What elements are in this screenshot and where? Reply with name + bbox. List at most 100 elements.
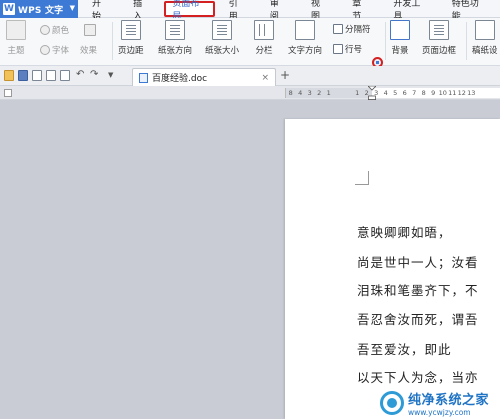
tab-home[interactable]: 开始 (82, 0, 119, 22)
tab-review[interactable]: 审阅 (260, 0, 297, 22)
palette-icon (40, 25, 50, 35)
print-icon[interactable] (46, 70, 56, 81)
line-number-icon (333, 44, 343, 54)
manuscript-icon (474, 20, 495, 40)
separator-icon (333, 24, 343, 34)
background-icon (390, 20, 410, 40)
chevron-down-icon: ▼ (69, 4, 75, 12)
theme-button[interactable]: 主题 (6, 20, 26, 56)
document-tab[interactable]: 百度经验.doc × (132, 68, 276, 86)
columns-label: 分栏 (255, 46, 273, 56)
paper-size-button[interactable]: 纸张大小 (205, 20, 239, 56)
close-icon[interactable]: × (261, 73, 269, 83)
margin-corner-mark (355, 171, 369, 185)
tab-references[interactable]: 引用 (219, 0, 256, 22)
font-button[interactable]: 字体 (40, 44, 69, 56)
ruler-number: 3 (307, 89, 312, 97)
document-text-line: 尚是世中一人；汝看 (357, 255, 479, 270)
page-border-button[interactable]: 页面边框 (422, 20, 456, 56)
ribbon-page-layout: 主题 颜色 字体 效果 页边距 纸张方向 纸张大小 分栏 文字方向 分隔符 行号 (0, 18, 500, 66)
new-document-icon[interactable] (32, 70, 42, 81)
menu-bar: W WPS 文字 ▼ 开始 插入 页面布局 引用 审阅 视图 章节 开发工具 特… (0, 0, 500, 22)
font-label: 字体 (52, 46, 70, 56)
paper-size-label: 纸张大小 (205, 46, 240, 56)
document-text-line: 吾忍舍汝而死，谓吾 (357, 312, 479, 327)
quick-access-bar: ↶ ↷ ▼ 百度经验.doc × + (0, 66, 500, 86)
print-preview-icon[interactable] (60, 70, 70, 81)
color-button[interactable]: 颜色 (40, 24, 69, 36)
divider (466, 22, 467, 60)
columns-icon (254, 20, 274, 40)
site-watermark: 纯净系统之家 www.ycwjzy.com (380, 386, 500, 419)
ruler-number: 5 (393, 89, 398, 97)
document-text-line: 意映卿卿如晤， (357, 225, 452, 240)
tab-page-layout[interactable]: 页面布局 (164, 0, 215, 22)
ruler-number: 6 (402, 89, 407, 97)
margins-label: 页边距 (118, 46, 144, 56)
tab-special[interactable]: 特色功能 (442, 0, 496, 22)
document-page[interactable]: 意映卿卿如晤， 尚是世中一人；汝看 泪珠和笔墨齐下，不 吾忍舍汝而死，谓吾 吾至… (285, 119, 500, 419)
open-folder-icon[interactable] (4, 70, 14, 81)
text-direction-button[interactable]: 文字方向 (288, 20, 322, 56)
ruler-numbers: 8 4 3 2 1 1 2 3 4 5 6 7 8 9 10 11 12 13 (286, 88, 476, 98)
effect-button[interactable]: 效果 (80, 44, 97, 56)
columns-button[interactable]: 分栏 (254, 20, 274, 56)
undo-icon[interactable]: ↶ (76, 69, 84, 80)
ruler-number: 9 (431, 89, 436, 97)
wps-logo-icon: W (3, 3, 15, 15)
line-number-button[interactable]: 行号 (333, 43, 362, 55)
ruler-bar: 8 4 3 2 1 1 2 3 4 5 6 7 8 9 10 11 12 13 (0, 86, 500, 100)
tab-developer[interactable]: 开发工具 (383, 0, 437, 22)
background-button[interactable]: 背景 (390, 20, 410, 56)
watermark-logo-icon (380, 390, 404, 415)
ruler-number: 4 (383, 89, 388, 97)
effect-preview (84, 24, 98, 36)
theme-label: 主题 (7, 46, 25, 56)
save-icon[interactable] (18, 70, 28, 81)
ruler-number: 1 (355, 89, 360, 97)
chevron-down-icon[interactable]: ▼ (108, 71, 113, 79)
ribbon-tabs: 开始 插入 页面布局 引用 审阅 视图 章节 开发工具 特色功能 (82, 0, 500, 22)
background-label: 背景 (391, 46, 409, 56)
indent-marker-icon[interactable] (368, 86, 376, 100)
document-text-line: 以天下人为念，当亦 (357, 370, 479, 385)
orientation-icon (165, 20, 185, 40)
ruler-number: 7 (412, 89, 417, 97)
tab-insert[interactable]: 插入 (123, 0, 160, 22)
text-direction-label: 文字方向 (288, 46, 323, 56)
ruler-number (334, 88, 344, 98)
tab-view[interactable]: 视图 (301, 0, 338, 22)
ruler-number: 2 (317, 89, 322, 97)
document-icon (139, 72, 148, 83)
separator-button[interactable]: 分隔符 (333, 23, 371, 35)
line-number-label: 行号 (345, 45, 363, 55)
manuscript-label: 稿纸设 (472, 46, 498, 56)
rss-theme-icon (6, 20, 26, 40)
document-tab-title: 百度经验.doc (152, 74, 208, 84)
orientation-label: 纸张方向 (158, 46, 193, 56)
ruler-number: 10 (438, 89, 447, 97)
ruler-number: 4 (298, 89, 303, 97)
effect-label: 效果 (80, 46, 98, 56)
tab-sections[interactable]: 章节 (342, 0, 379, 22)
text-direction-icon (295, 20, 315, 40)
manuscript-button[interactable]: 稿纸设 (472, 20, 498, 56)
orientation-button[interactable]: 纸张方向 (158, 20, 192, 56)
ruler-number: 1 (326, 89, 331, 97)
app-menu-button[interactable]: W WPS 文字 ▼ (0, 0, 78, 18)
document-text-line: 吾至爱汝，即此 (357, 342, 452, 357)
watermark-title: 纯净系统之家 (408, 392, 490, 408)
redo-icon[interactable]: ↷ (90, 69, 98, 80)
document-text-line: 泪珠和笔墨齐下，不 (357, 283, 479, 298)
tab-stop-selector-icon[interactable] (4, 89, 12, 97)
horizontal-ruler[interactable]: 8 4 3 2 1 1 2 3 4 5 6 7 8 9 10 11 12 13 (285, 86, 500, 100)
ruler-number: 11 (448, 89, 457, 97)
add-tab-icon[interactable]: + (280, 68, 290, 82)
divider (112, 22, 113, 60)
margins-button[interactable]: 页边距 (118, 20, 144, 56)
font-icon (40, 45, 50, 55)
ruler-number: 13 (467, 89, 476, 97)
color-label: 颜色 (52, 26, 70, 36)
paper-size-icon (212, 20, 232, 40)
ruler-number: 8 (288, 89, 293, 97)
